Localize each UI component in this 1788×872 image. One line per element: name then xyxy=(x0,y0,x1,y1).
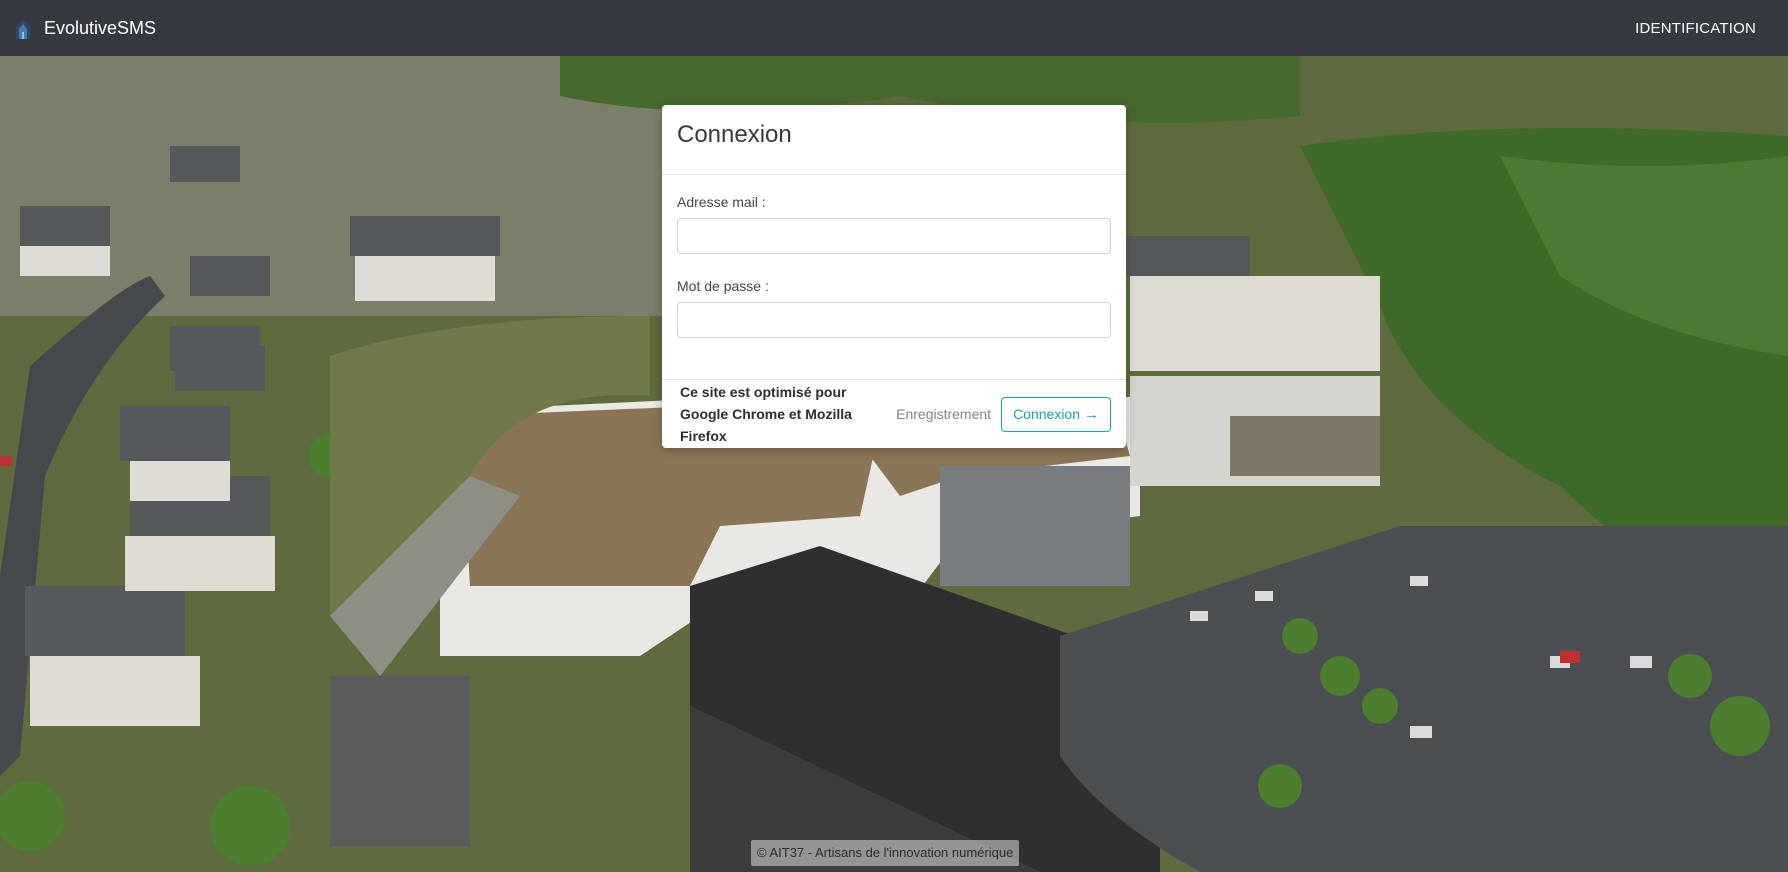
building-logo-icon xyxy=(12,15,34,41)
login-card-footer: Ce site est optimisé pour Google Chrome … xyxy=(662,379,1126,448)
login-form: Adresse mail : Mot de passe : xyxy=(662,175,1126,379)
login-card-header: Connexion xyxy=(662,105,1126,175)
login-actions: Enregistrement Connexion → xyxy=(896,396,1111,432)
arrow-right-icon: → xyxy=(1084,405,1099,423)
copyright-text: © AIT37 - Artisans de l'innovation numér… xyxy=(751,840,1020,866)
login-page: EvolutiveSMS IDENTIFICATION Connexion Ad… xyxy=(0,0,1788,872)
login-submit-label: Connexion xyxy=(1013,406,1080,422)
browser-compatibility-note: Ce site est optimisé pour Google Chrome … xyxy=(680,384,852,444)
brand-link[interactable]: EvolutiveSMS xyxy=(12,15,156,41)
top-navbar: EvolutiveSMS IDENTIFICATION xyxy=(0,0,1788,56)
password-group: Mot de passe : xyxy=(677,278,1111,338)
brand-name: EvolutiveSMS xyxy=(44,17,157,38)
login-title: Connexion xyxy=(677,121,792,148)
password-label: Mot de passe : xyxy=(677,278,769,294)
register-link[interactable]: Enregistrement xyxy=(896,406,991,422)
email-group: Adresse mail : xyxy=(677,194,1111,254)
login-submit-button[interactable]: Connexion → xyxy=(1001,396,1111,432)
login-card: Connexion Adresse mail : Mot de passe : … xyxy=(662,105,1126,448)
password-field[interactable] xyxy=(677,302,1111,338)
email-label: Adresse mail : xyxy=(677,194,766,210)
email-field[interactable] xyxy=(677,218,1111,254)
nav-identification-link[interactable]: IDENTIFICATION xyxy=(1635,20,1756,37)
